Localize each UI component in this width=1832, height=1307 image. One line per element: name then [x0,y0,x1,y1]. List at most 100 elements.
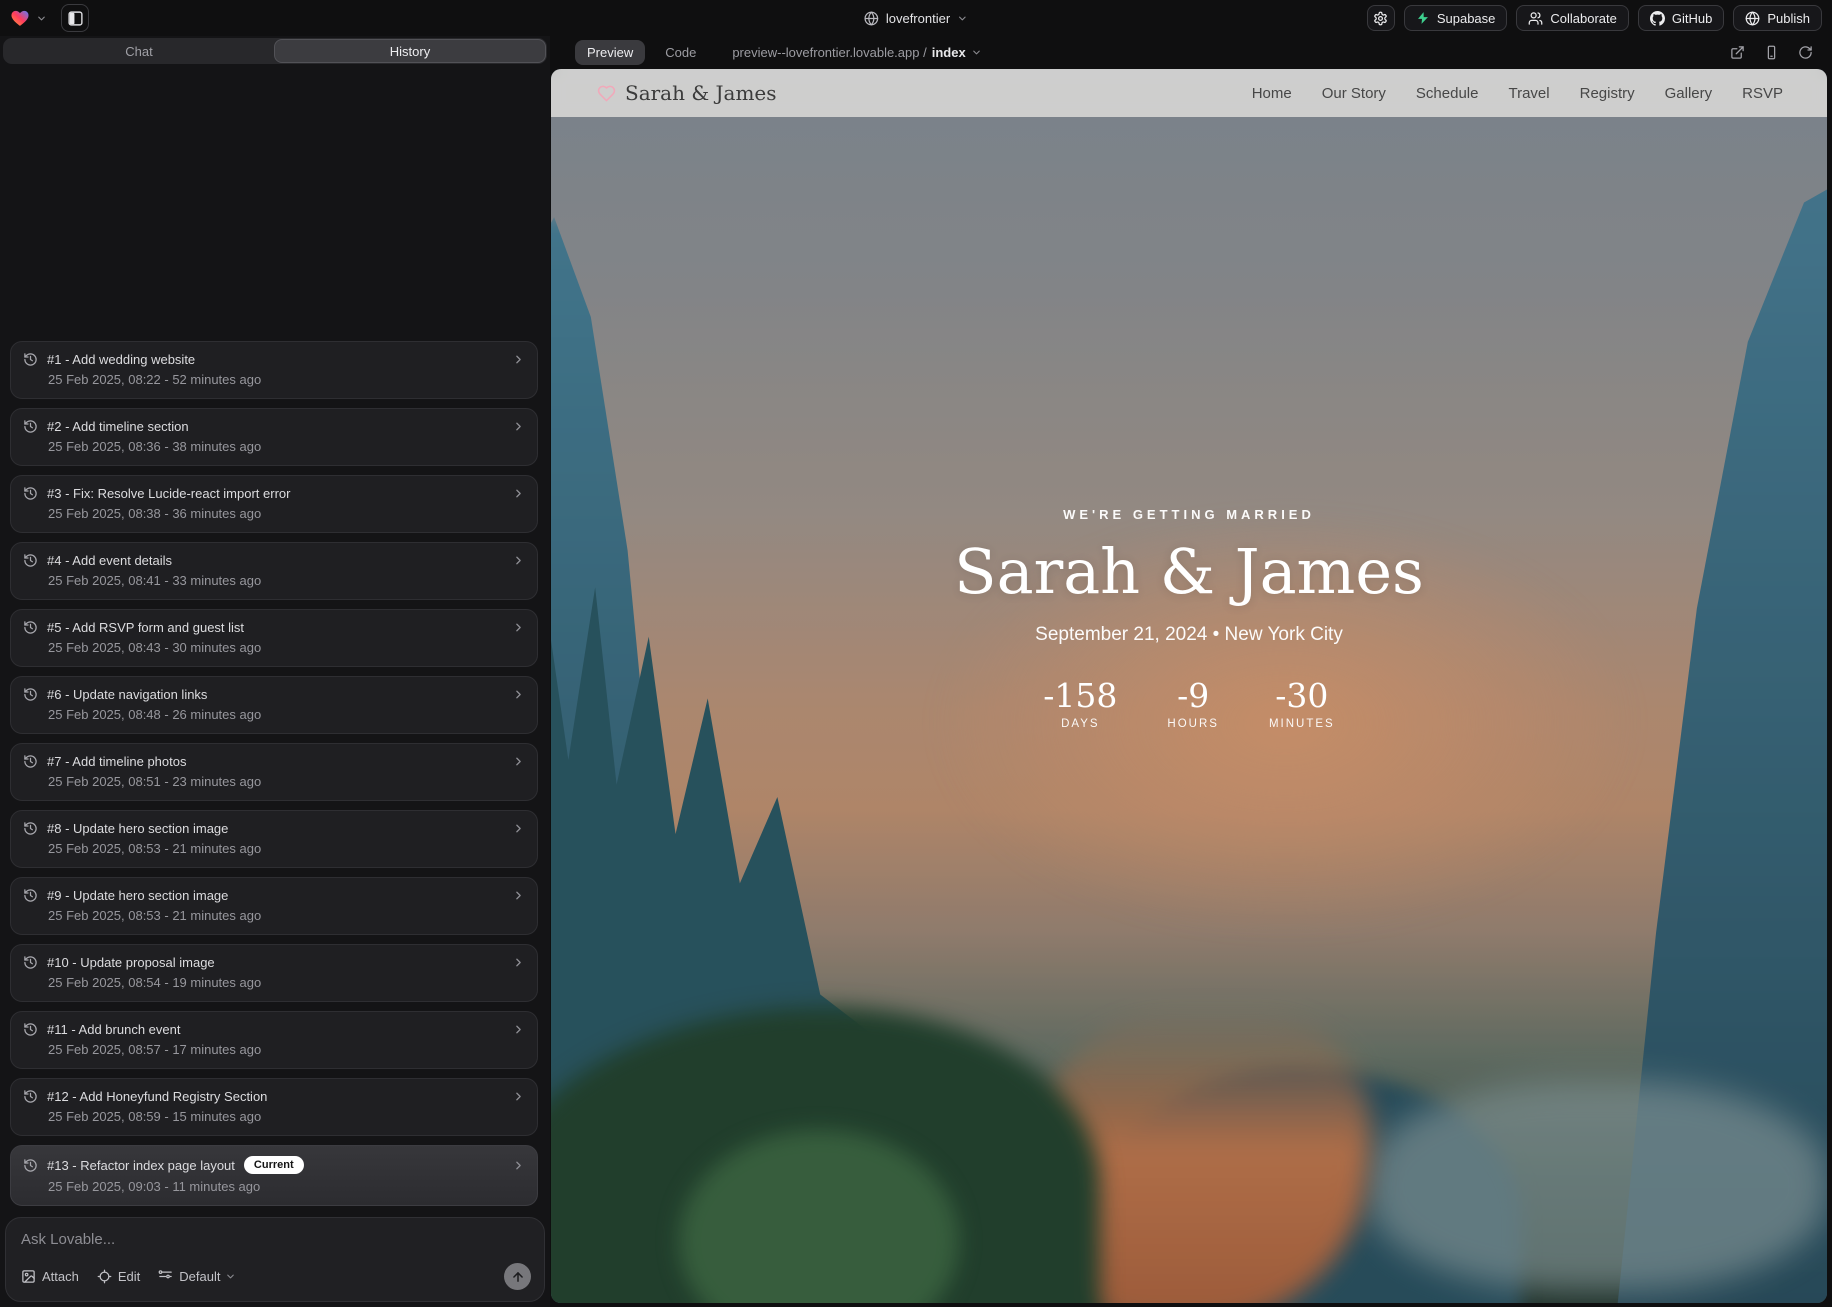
nav-schedule[interactable]: Schedule [1416,85,1479,102]
tab-code[interactable]: Code [653,40,708,65]
countdown-minutes-value: -30 [1269,676,1335,715]
preview-actions [1730,45,1813,60]
history-icon [23,821,38,836]
history-item-meta: 25 Feb 2025, 09:03 - 11 minutes ago [48,1179,525,1194]
preview-url[interactable]: preview--lovefrontier.lovable.app / inde… [732,45,981,60]
nav-home[interactable]: Home [1252,85,1292,102]
supabase-label: Supabase [1437,11,1496,26]
history-item-meta: 25 Feb 2025, 08:41 - 33 minutes ago [48,573,525,588]
chevron-right-icon[interactable] [512,956,525,969]
attach-button[interactable]: Attach [21,1269,79,1284]
mode-select[interactable]: Default [158,1269,236,1284]
history-icon [23,553,38,568]
edit-button[interactable]: Edit [97,1269,140,1284]
history-item-meta: 25 Feb 2025, 08:53 - 21 minutes ago [48,908,525,923]
history-item-6[interactable]: #6 - Update navigation links 25 Feb 2025… [10,676,538,734]
publish-button[interactable]: Publish [1733,5,1822,31]
history-item-meta: 25 Feb 2025, 08:22 - 52 minutes ago [48,372,525,387]
users-icon [1528,11,1543,26]
history-icon [23,1158,38,1173]
workspace-chevron-down-icon[interactable] [36,13,47,24]
crosshair-icon [97,1269,112,1284]
site-logo[interactable]: Sarah & James [597,81,777,105]
topbar-left [10,4,89,32]
project-switcher[interactable]: lovefrontier [864,0,968,36]
chevron-right-icon[interactable] [512,822,525,835]
history-item-11[interactable]: #11 - Add brunch event 25 Feb 2025, 08:5… [10,1011,538,1069]
gear-icon [1373,11,1388,26]
history-item-title: #8 - Update hero section image [47,821,228,836]
github-label: GitHub [1672,11,1712,26]
history-item-7[interactable]: #7 - Add timeline photos 25 Feb 2025, 08… [10,743,538,801]
history-item-9[interactable]: #9 - Update hero section image 25 Feb 20… [10,877,538,935]
chevron-right-icon[interactable] [512,688,525,701]
site-logo-text: Sarah & James [625,81,777,105]
nav-our-story[interactable]: Our Story [1322,85,1386,102]
supabase-button[interactable]: Supabase [1404,5,1508,31]
history-item-4[interactable]: #4 - Add event details 25 Feb 2025, 08:4… [10,542,538,600]
nav-gallery[interactable]: Gallery [1665,85,1713,102]
tab-chat[interactable]: Chat [4,39,274,63]
chevron-right-icon[interactable] [512,1023,525,1036]
history-item-1[interactable]: #1 - Add wedding website 25 Feb 2025, 08… [10,341,538,399]
history-item-meta: 25 Feb 2025, 08:57 - 17 minutes ago [48,1042,525,1057]
hero-eyebrow: WE'RE GETTING MARRIED [551,507,1827,522]
history-icon [23,620,38,635]
history-icon [23,419,38,434]
chevron-right-icon[interactable] [512,420,525,433]
mobile-view-button[interactable] [1764,45,1779,60]
chevron-right-icon[interactable] [512,755,525,768]
main-split: Chat History #1 - Add wedding website 25… [0,36,1832,1307]
history-icon [23,888,38,903]
nav-rsvp[interactable]: RSVP [1742,85,1783,102]
mode-label: Default [179,1269,220,1284]
history-item-13-current[interactable]: #13 - Refactor index page layout Current… [10,1145,538,1206]
hero-section: WE'RE GETTING MARRIED Sarah & James Sept… [551,507,1827,730]
history-item-meta: 25 Feb 2025, 08:53 - 21 minutes ago [48,841,525,856]
nav-registry[interactable]: Registry [1580,85,1635,102]
chevron-right-icon[interactable] [512,621,525,634]
project-globe-icon [864,11,879,26]
site-nav: Home Our Story Schedule Travel Registry … [1252,85,1783,102]
chevron-right-icon[interactable] [512,487,525,500]
collaborate-button[interactable]: Collaborate [1516,5,1629,31]
chevron-right-icon[interactable] [512,554,525,567]
edit-label: Edit [118,1269,140,1284]
github-button[interactable]: GitHub [1638,5,1724,31]
chevron-right-icon[interactable] [512,1090,525,1103]
history-icon [23,754,38,769]
sidebar-toggle-button[interactable] [61,4,89,32]
history-icon [23,352,38,367]
history-item-12[interactable]: #12 - Add Honeyfund Registry Section 25 … [10,1078,538,1136]
site-header: Sarah & James Home Our Story Schedule Tr… [551,69,1827,117]
history-icon [23,1089,38,1104]
chevron-right-icon[interactable] [512,889,525,902]
send-button[interactable] [504,1263,531,1290]
history-item-5[interactable]: #5 - Add RSVP form and guest list 25 Feb… [10,609,538,667]
history-item-10[interactable]: #10 - Update proposal image 25 Feb 2025,… [10,944,538,1002]
open-in-new-tab-button[interactable] [1730,45,1745,60]
history-item-2[interactable]: #2 - Add timeline section 25 Feb 2025, 0… [10,408,538,466]
lovable-logo-heart-icon[interactable] [10,8,30,28]
supabase-bolt-icon [1416,11,1430,25]
countdown-minutes: -30 MINUTES [1269,676,1335,730]
history-item-8[interactable]: #8 - Update hero section image 25 Feb 20… [10,810,538,868]
external-link-icon [1730,45,1745,60]
tab-history[interactable]: History [274,39,546,63]
settings-button[interactable] [1367,5,1395,31]
history-item-title: #2 - Add timeline section [47,419,189,434]
chevron-right-icon[interactable] [512,353,525,366]
history-item-meta: 25 Feb 2025, 08:48 - 26 minutes ago [48,707,525,722]
ask-lovable-input[interactable] [21,1231,531,1248]
hero-title: Sarah & James [551,538,1827,606]
tab-preview[interactable]: Preview [575,40,645,65]
chevron-right-icon[interactable] [512,1159,525,1172]
nav-travel[interactable]: Travel [1508,85,1549,102]
panel-left-icon [67,10,84,27]
project-name: lovefrontier [886,11,950,26]
history-item-3[interactable]: #3 - Fix: Resolve Lucide-react import er… [10,475,538,533]
countdown-hours-label: HOURS [1167,718,1219,730]
project-chevron-down-icon [957,13,968,24]
refresh-button[interactable] [1798,45,1813,60]
history-list: #1 - Add wedding website 25 Feb 2025, 08… [0,341,550,1215]
